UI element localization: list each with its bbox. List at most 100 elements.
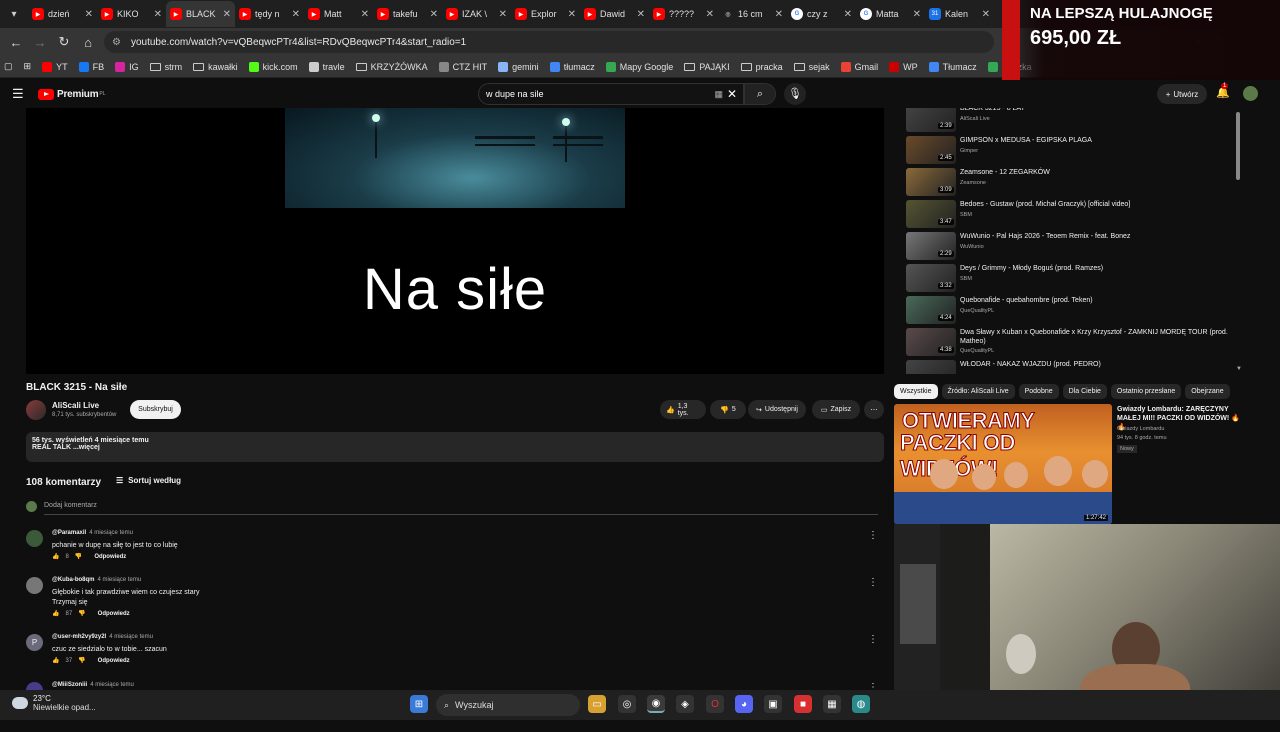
playlist-item[interactable]: 3:47 Bedoes - Gustaw (prod. Michał Graczy… [906, 200, 1236, 230]
close-tab-icon[interactable]: ✕ [154, 9, 162, 20]
thumbs-up-icon[interactable]: 👍 [52, 610, 59, 617]
recommended-thumbnail[interactable]: OTWIERAMY PACZKI OD WIDZÓW! 1:27:42 [894, 404, 1112, 524]
playlist-item[interactable]: 3:09 Zeamsone - 12 ZEGARKÓW Zeamsone [906, 168, 1236, 198]
close-tab-icon[interactable]: ✕ [844, 9, 852, 20]
comment-menu-icon[interactable]: ⋮ [868, 530, 878, 541]
bookmark-item[interactable]: WP [889, 61, 918, 72]
close-tab-icon[interactable]: ✕ [568, 9, 576, 20]
account-avatar[interactable] [1243, 86, 1258, 101]
shield-icon[interactable]: ◈ [676, 695, 694, 713]
close-tab-icon[interactable]: ✕ [430, 9, 438, 20]
share-button[interactable]: ↪ Udostępnij [748, 400, 806, 419]
scroll-down-icon[interactable]: ▼ [1236, 366, 1242, 372]
browser-tab[interactable]: ▶ takefu ✕ [373, 1, 442, 27]
browser-tab[interactable]: ▶ Dawid ✕ [580, 1, 649, 27]
sort-comments-button[interactable]: ☰ Sortuj według [116, 476, 181, 485]
calculator-icon[interactable]: ▦ [823, 695, 841, 713]
taskbar-search[interactable]: ⌕ Wyszukaj [436, 694, 580, 716]
like-button[interactable]: 👍 1,3 tys. [660, 400, 706, 419]
url-bar[interactable]: ⚙ youtube.com/watch?v=vQBeqwcPTr4&list=R… [104, 31, 994, 53]
bookmark-item[interactable]: FB [78, 61, 104, 72]
thumbs-down-icon[interactable]: 👎 [75, 553, 82, 560]
filter-chip[interactable]: Podobne [1018, 384, 1059, 399]
bookmark-item[interactable]: Tłumacz [928, 61, 977, 72]
clear-search-icon[interactable]: ✕ [727, 87, 737, 101]
comment-menu-icon[interactable]: ⋮ [868, 577, 878, 588]
chrome-icon[interactable]: ◉ [647, 695, 665, 713]
close-tab-icon[interactable]: ✕ [913, 9, 921, 20]
recommended-channel[interactable]: Gwiazdy Lombardu [1117, 426, 1164, 432]
thumbs-up-icon[interactable]: 👍 [52, 657, 59, 664]
back-button[interactable]: ← [4, 35, 28, 50]
browser-tab[interactable]: ▶ KIKO ✕ [97, 1, 166, 27]
browser-tab[interactable]: ▶????? ✕ [649, 1, 718, 27]
menu-hamburger-icon[interactable]: ☰ [12, 86, 26, 102]
close-tab-icon[interactable]: ✕ [292, 9, 300, 20]
reply-button[interactable]: Odpowiedz [94, 554, 126, 560]
save-button[interactable]: ▭ Zapisz [812, 400, 860, 419]
playlist-scrollbar[interactable] [1236, 112, 1240, 180]
file-explorer-icon[interactable]: ▭ [588, 695, 606, 713]
comment-avatar[interactable]: P [26, 634, 43, 651]
filter-chip[interactable]: Dla Ciebie [1062, 384, 1107, 399]
comment-author[interactable]: @Kuba-bo8qm 4 miesiące temu [52, 577, 141, 583]
bookmark-item[interactable]: YT [42, 61, 68, 72]
voice-search-button[interactable]: 🎙 [784, 83, 806, 105]
filter-chip[interactable]: Obejrzane [1185, 384, 1230, 399]
close-tab-icon[interactable]: ✕ [775, 9, 783, 20]
comment-author[interactable]: @MiiiSzoniii 4 miesiące temu [52, 682, 134, 688]
description-box[interactable]: 56 tys. wyświetleń 4 miesiące temu REAL … [26, 432, 884, 462]
thumbs-down-icon[interactable]: 👎 [78, 610, 85, 617]
playlist-item[interactable]: 3:32 Deys / Grimmy - Młody Boguś (prod. R… [906, 264, 1236, 294]
filter-chip[interactable]: Wszystkie [894, 384, 938, 399]
globe-icon[interactable]: ◍ [852, 695, 870, 713]
reply-button[interactable]: Odpowiedz [98, 658, 130, 664]
search-input[interactable]: w dupe na sile ▦ ✕ [478, 83, 744, 105]
playlist-item[interactable]: WŁODAR - NAKAZ WJAZDU (prod. PEDRO) [906, 360, 1236, 374]
channel-avatar[interactable] [26, 400, 46, 420]
browser-tab[interactable]: ▶ Matt ✕ [304, 1, 373, 27]
terminal-icon[interactable]: ▣ [764, 695, 782, 713]
playlist-item[interactable]: 2:45 GIMPSON x MEDUSA - EGIPSKA PLAGA Gimp… [906, 136, 1236, 166]
bookmark-item[interactable]: PAJĄKI [684, 62, 730, 72]
playlist-item[interactable]: 2:29 WuWunio - Pal Hajs 2026 - Teoem Remi… [906, 232, 1236, 262]
playlist-item[interactable]: 4:24 Quebonafide - quebahombre (prod. Tek… [906, 296, 1236, 326]
app-icon[interactable]: ◎ [618, 695, 636, 713]
start-icon[interactable]: ⊞ [410, 695, 428, 713]
browser-tab[interactable]: Gczy z ✕ [787, 1, 856, 27]
forward-button[interactable]: → [28, 35, 52, 50]
close-tab-icon[interactable]: ✕ [499, 9, 507, 20]
browser-tab[interactable]: ▶ BLACK ✕ [166, 1, 235, 27]
browser-tab[interactable]: 31 Kalen ✕ [925, 1, 994, 27]
opera-icon[interactable]: O [706, 695, 724, 713]
comment-menu-icon[interactable]: ⋮ [868, 634, 878, 645]
close-tab-icon[interactable]: ✕ [706, 9, 714, 20]
playlist-item[interactable]: 2:39 BLACK 3215 - 8 LAT AliScali Live [906, 108, 1236, 134]
bookmark-item[interactable]: sejak [793, 62, 830, 72]
bookmark-item[interactable]: IG [115, 61, 139, 72]
weather-widget[interactable]: 23°C Niewielkie opad... [12, 694, 96, 712]
bookmark-tabs-icon[interactable]: ▢ [4, 61, 13, 72]
keyboard-icon[interactable]: ▦ [714, 89, 723, 100]
create-button[interactable]: + Utwórz [1157, 84, 1207, 104]
close-tab-icon[interactable]: ✕ [637, 9, 645, 20]
channel-name[interactable]: AliScali Live [52, 401, 99, 410]
home-button[interactable]: ⌂ [76, 35, 100, 50]
bookmark-item[interactable]: kick.com [248, 61, 298, 72]
playlist-item[interactable]: 4:38 Dwa Sławy x Kuban x Quebonafide x Kr… [906, 328, 1236, 358]
thumbs-down-icon[interactable]: 👎 [78, 657, 85, 664]
bookmark-item[interactable]: kawałki [193, 62, 238, 72]
filter-chip[interactable]: Ostatnio przesłane [1110, 384, 1182, 399]
site-info-icon[interactable]: ⚙ [112, 37, 121, 48]
bookmark-item[interactable]: CTZ HIT [438, 61, 487, 72]
browser-tab[interactable]: ▶ dzień ✕ [28, 1, 97, 27]
filter-chip[interactable]: Źródło: AliScali Live [941, 384, 1015, 399]
comment-avatar[interactable] [26, 530, 43, 547]
bookmark-item[interactable]: KRZYŻÓWKA [355, 62, 428, 72]
tab-search-button[interactable]: ▾ [0, 0, 28, 28]
bookmark-item[interactable]: strm [149, 62, 182, 72]
red-app-icon[interactable]: ■ [794, 695, 812, 713]
close-tab-icon[interactable]: ✕ [982, 9, 990, 20]
browser-tab[interactable]: ▶ IZAK \ ✕ [442, 1, 511, 27]
search-button[interactable]: ⌕ [744, 83, 776, 105]
